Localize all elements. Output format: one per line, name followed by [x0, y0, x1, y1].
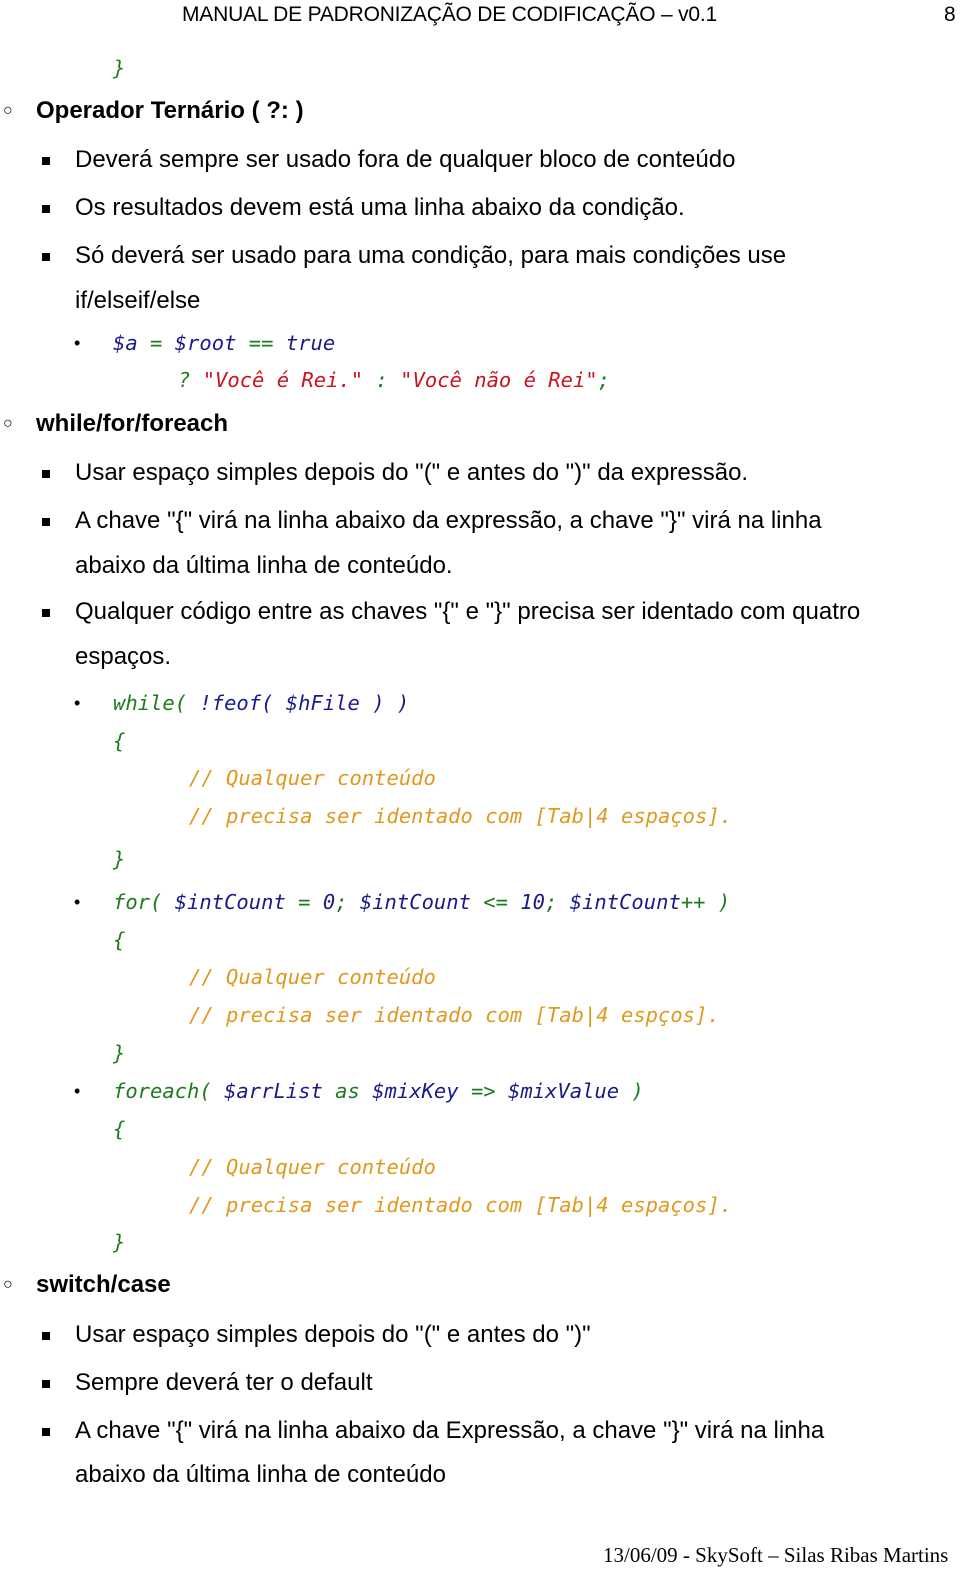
code-token: ;: [597, 368, 610, 392]
code-token: =: [285, 890, 323, 914]
code-token: 0: [322, 890, 336, 914]
square-bullet-icon: [42, 470, 50, 478]
dot-bullet-icon: •: [74, 892, 81, 912]
code-token: $mixValue: [508, 1079, 620, 1103]
page-number: 8: [944, 3, 956, 26]
rule-text: A chave "{" virá na linha abaixo da Expr…: [75, 1417, 825, 1444]
code-comment: // Qualquer conteúdo: [189, 1155, 436, 1179]
rule-text: Só deverá ser usado para uma condição, p…: [75, 242, 787, 269]
dot-bullet-icon: •: [74, 693, 81, 713]
rule-text: Os resultados devem está uma linha abaix…: [75, 194, 685, 221]
code-close-brace: }: [113, 1230, 126, 1254]
rule-text: Sempre deverá ter o default: [75, 1369, 373, 1396]
code-token: =>: [458, 1079, 508, 1103]
code-token: ;: [335, 890, 360, 914]
code-token: $mixKey: [372, 1079, 459, 1103]
code-token: $a: [113, 331, 138, 355]
square-bullet-icon: [42, 157, 50, 165]
rule-text-continued: if/elseif/else: [75, 287, 201, 314]
code-token: 10: [520, 890, 546, 914]
square-bullet-icon: [42, 1332, 50, 1340]
code-token: ?: [178, 368, 203, 392]
code-token: <=: [470, 890, 521, 914]
square-bullet-icon: [42, 1428, 50, 1436]
code-token: as: [322, 1079, 373, 1103]
code-token: $arrList: [224, 1079, 323, 1103]
code-open-brace: {: [113, 729, 126, 753]
code-open-brace: {: [113, 928, 126, 952]
rule-text: Usar espaço simples depois do "(" e ante…: [75, 459, 749, 486]
square-bullet-icon: [42, 253, 50, 261]
code-while-header: while( !feof( $hFile ) ): [113, 691, 409, 715]
code-token: :: [363, 368, 401, 392]
rule-text-continued: espaços.: [75, 643, 172, 670]
code-token: ;: [545, 890, 570, 914]
code-closing-brace: }: [113, 56, 126, 80]
code-token: $root: [174, 331, 237, 355]
section-heading-switch: switch/case: [36, 1271, 171, 1298]
section-heading-loops: while/for/foreach: [36, 410, 229, 437]
code-comment: // Qualquer conteúdo: [189, 766, 436, 790]
rule-text: Deverá sempre ser usado fora de qualquer…: [75, 146, 736, 173]
rule-text-continued: abaixo da última linha de conteúdo: [75, 1461, 446, 1488]
dot-bullet-icon: •: [74, 333, 81, 353]
code-token: "Você não é Rei": [400, 368, 598, 392]
code-for-header: for( $intCount = 0; $intCount <= 10; $in…: [113, 890, 730, 914]
code-ternary-line-2: ? "Você é Rei." : "Você não é Rei";: [178, 368, 610, 392]
code-comment: // Qualquer conteúdo: [189, 965, 436, 989]
code-comment: // precisa ser identado com [Tab|4 espaç…: [189, 1193, 733, 1217]
dot-bullet-icon: •: [74, 1081, 81, 1101]
circle-bullet-icon: ○: [3, 1276, 13, 1293]
code-token: while(: [113, 691, 200, 715]
code-token: foreach(: [113, 1079, 225, 1103]
code-token: !feof( $hFile ) ): [199, 691, 410, 715]
circle-bullet-icon: ○: [3, 415, 13, 432]
code-token: $intCount: [359, 890, 471, 914]
code-token: for(: [113, 890, 175, 914]
square-bullet-icon: [42, 205, 50, 213]
section-heading-ternary: Operador Ternário ( ?: ): [36, 97, 304, 124]
code-comment: // precisa ser identado com [Tab|4 espaç…: [189, 804, 733, 828]
code-token: ): [619, 1079, 644, 1103]
rule-text: Qualquer código entre as chaves "{" e "}…: [75, 598, 861, 625]
rule-text-continued: abaixo da última linha de conteúdo.: [75, 552, 453, 579]
code-close-brace: }: [113, 1041, 126, 1065]
page-footer: 13/06/09 - SkySoft – Silas Ribas Martins: [603, 1543, 949, 1567]
rule-text: Usar espaço simples depois do "(" e ante…: [75, 1321, 591, 1348]
code-close-brace: }: [113, 847, 126, 871]
code-ternary-line-1: $a = $root == true: [113, 331, 335, 355]
running-header-title: MANUAL DE PADRONIZAÇÃO DE CODIFICAÇÃO – …: [182, 3, 717, 26]
code-comment: // precisa ser identado com [Tab|4 espço…: [189, 1003, 720, 1027]
square-bullet-icon: [42, 609, 50, 617]
code-token: ++ ): [680, 890, 731, 914]
code-token: ==: [236, 331, 286, 355]
rule-text: A chave "{" virá na linha abaixo da expr…: [75, 507, 822, 534]
code-token: $intCount: [174, 890, 286, 914]
code-foreach-header: foreach( $arrList as $mixKey => $mixValu…: [113, 1079, 644, 1103]
code-token: "Você é Rei.": [202, 368, 364, 392]
code-token: $intCount: [569, 890, 681, 914]
code-token: true: [285, 331, 336, 355]
square-bullet-icon: [42, 1380, 50, 1388]
code-open-brace: {: [113, 1117, 126, 1141]
circle-bullet-icon: ○: [3, 102, 13, 119]
square-bullet-icon: [42, 518, 50, 526]
code-token: =: [137, 331, 175, 355]
